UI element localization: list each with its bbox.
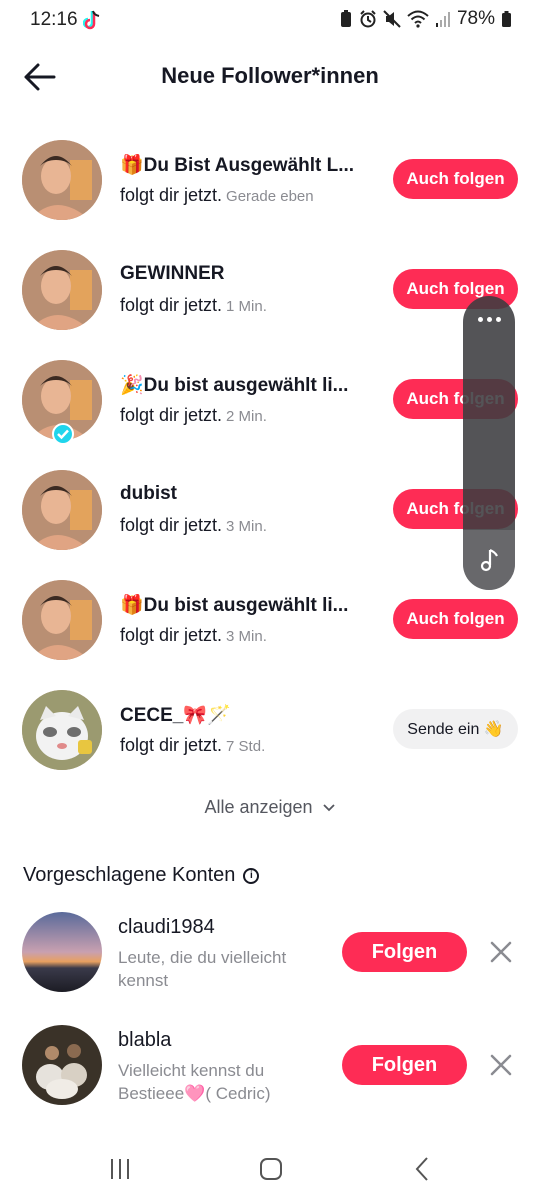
list-item[interactable]: GEWINNER folgt dir jetzt. 1 Min. Auch fol… (0, 235, 540, 345)
chevron-down-icon (322, 804, 335, 812)
list-item[interactable]: CECE_🎀🪄 folgt dir jetzt. 7 Std. Sende ein… (0, 675, 540, 785)
avatar[interactable] (22, 140, 102, 220)
mute-icon (383, 10, 401, 28)
more-options-icon[interactable] (463, 304, 515, 334)
list-item[interactable]: 🎁Du bist ausgewählt li... folgt dir jetz… (0, 565, 540, 675)
avatar[interactable] (22, 250, 102, 330)
music-note-button[interactable] (463, 530, 515, 590)
close-icon[interactable] (488, 1052, 514, 1078)
home-icon[interactable] (251, 1154, 291, 1184)
follower-name[interactable]: dubist (120, 483, 177, 505)
avatar[interactable] (22, 1025, 102, 1105)
battery-percent: 78% (456, 8, 495, 29)
follow-back-button[interactable]: Auch folgen (393, 159, 518, 199)
music-note-icon (480, 548, 498, 572)
follower-status: folgt dir jetzt. 1 Min. (120, 295, 267, 315)
suggested-name[interactable]: blabla (118, 1029, 171, 1052)
follower-status: folgt dir jetzt. 3 Min. (120, 625, 267, 645)
system-navigation-bar (0, 1140, 540, 1200)
close-icon[interactable] (488, 939, 514, 965)
follow-button[interactable]: Folgen (342, 1045, 467, 1085)
status-bar: 12:16 78% (0, 0, 540, 40)
follow-back-button[interactable]: Auch folgen (393, 599, 518, 639)
follower-time: 1 Min. (226, 298, 267, 315)
follower-time: 3 Min. (226, 628, 267, 645)
follower-name[interactable]: GEWINNER (120, 263, 225, 285)
follow-button[interactable]: Folgen (342, 932, 467, 972)
signal-icon (435, 12, 450, 27)
status-time: 12:16 (30, 9, 78, 30)
send-wave-button[interactable]: Sende ein 👋 (393, 709, 518, 749)
list-item[interactable]: dubist folgt dir jetzt. 3 Min. Auch folge… (0, 455, 540, 565)
floating-overlay-panel[interactable] (463, 296, 515, 590)
status-icons: 78% (339, 8, 512, 30)
show-all-link[interactable]: Alle anzeigen (0, 797, 540, 818)
verified-badge-icon (52, 423, 74, 445)
follower-time: 7 Std. (226, 738, 266, 755)
header: Neue Follower*innen (0, 50, 540, 104)
alarm-icon (360, 10, 376, 28)
suggested-account[interactable]: claudi1984 Leute, die du vielleicht kenn… (0, 912, 540, 1012)
follower-status: folgt dir jetzt. Gerade eben (120, 185, 314, 205)
suggested-section-title: Vorgeschlagene Konten i (23, 864, 260, 887)
follower-status: folgt dir jetzt. 3 Min. (120, 515, 267, 535)
wifi-icon (407, 10, 429, 28)
info-icon[interactable]: i (243, 867, 260, 884)
follower-time: Gerade eben (226, 188, 314, 205)
avatar[interactable] (22, 470, 102, 550)
recent-apps-icon[interactable] (100, 1154, 140, 1184)
avatar[interactable] (22, 580, 102, 660)
follower-name[interactable]: 🎁Du Bist Ausgewählt L... (120, 153, 354, 177)
list-item[interactable]: 🎁Du Bist Ausgewählt L... folgt dir jetzt… (0, 125, 540, 235)
avatar[interactable] (22, 690, 102, 770)
follower-time: 3 Min. (226, 518, 267, 535)
follower-name[interactable]: CECE_🎀🪄 (120, 703, 231, 727)
list-item[interactable]: 🎉Du bist ausgewählt li... folgt dir jetz… (0, 345, 540, 455)
follower-time: 2 Min. (226, 408, 267, 425)
page-title: Neue Follower*innen (161, 63, 379, 88)
follower-list: 🎁Du Bist Ausgewählt L... folgt dir jetzt… (0, 125, 540, 785)
suggested-name[interactable]: claudi1984 (118, 916, 215, 939)
battery-saver-icon (340, 10, 351, 27)
suggested-reason: Leute, die du vielleicht kennst (118, 948, 287, 990)
suggested-account[interactable]: blabla Vielleicht kennst du Bestieee🩷( C… (0, 1025, 540, 1125)
suggested-reason: Vielleicht kennst du Bestieee🩷( Cedric) (118, 1061, 271, 1103)
follower-status: folgt dir jetzt. 7 Std. (120, 735, 266, 755)
avatar[interactable] (22, 912, 102, 992)
battery-icon (502, 11, 511, 27)
tiktok-icon (83, 10, 100, 30)
back-icon[interactable] (403, 1154, 443, 1184)
follower-status: folgt dir jetzt. 2 Min. (120, 405, 267, 425)
follower-name[interactable]: 🎉Du bist ausgewählt li... (120, 373, 348, 397)
follower-name[interactable]: 🎁Du bist ausgewählt li... (120, 593, 348, 617)
